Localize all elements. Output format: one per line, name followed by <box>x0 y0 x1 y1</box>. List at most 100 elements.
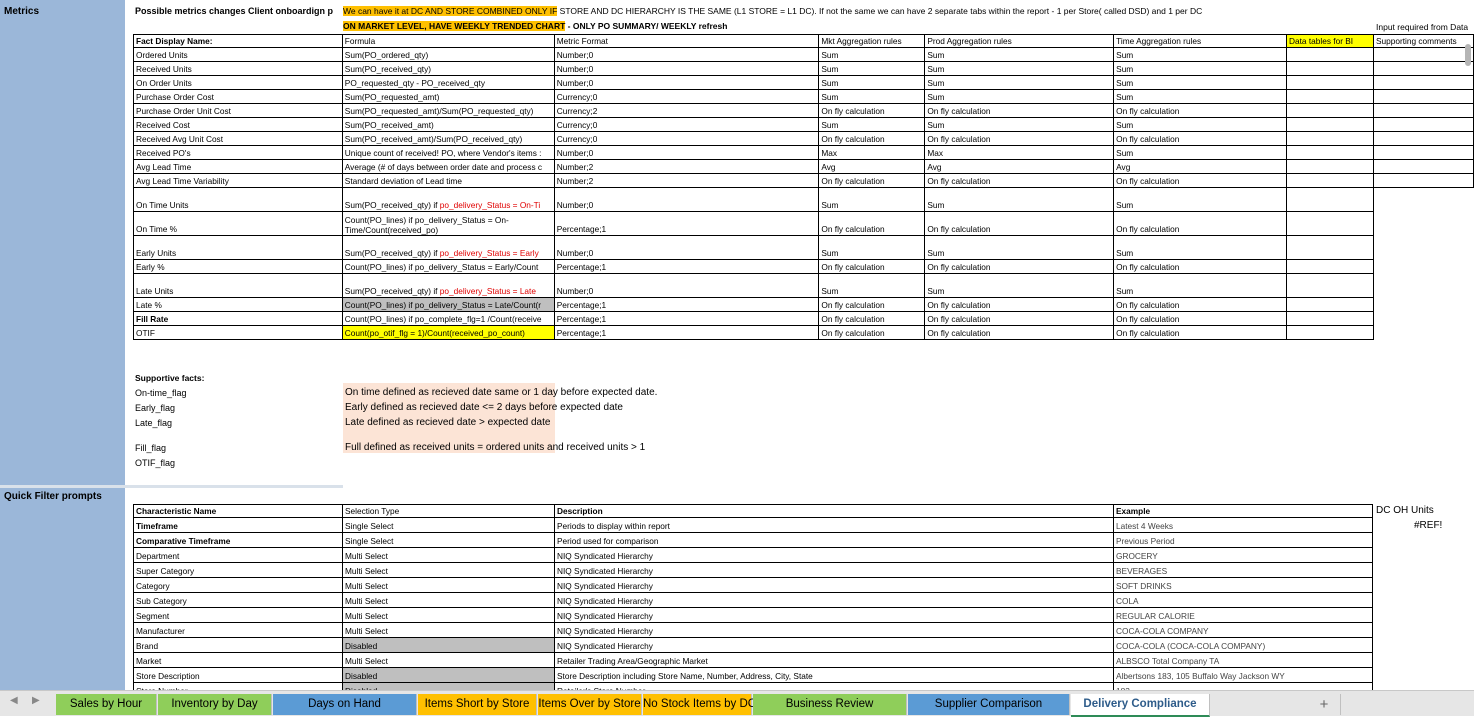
scroll-right-icon[interactable]: ▶ <box>32 695 40 706</box>
mkt-aggregation-cell[interactable]: On fly calculation <box>818 173 926 188</box>
col-description-header[interactable]: Description <box>554 504 1114 518</box>
selection-type-cell[interactable]: Multi Select <box>342 592 555 608</box>
filter-example-cell[interactable]: BEVERAGES <box>1113 562 1373 578</box>
supporting-comments-cell[interactable] <box>1372 47 1474 62</box>
mkt-aggregation-cell[interactable]: Sum <box>818 117 926 132</box>
col-metric-format-header[interactable]: Metric Format <box>553 34 820 48</box>
time-aggregation-cell[interactable]: Sum <box>1113 235 1287 260</box>
sheet-tab[interactable]: Sales by Hour <box>56 694 157 715</box>
vertical-scrollbar-thumb[interactable] <box>1465 44 1471 66</box>
mkt-aggregation-cell[interactable]: On fly calculation <box>818 259 926 274</box>
data-tables-cell[interactable] <box>1286 131 1374 146</box>
metric-name-cell[interactable]: Purchase Order Unit Cost <box>133 103 343 118</box>
data-tables-cell[interactable] <box>1286 259 1374 274</box>
mkt-aggregation-cell[interactable]: On fly calculation <box>818 211 926 236</box>
mkt-aggregation-cell[interactable]: Max <box>818 145 926 160</box>
data-tables-cell[interactable] <box>1286 89 1374 104</box>
metric-format-cell[interactable]: Percentage;1 <box>553 311 820 326</box>
mkt-aggregation-cell[interactable]: Sum <box>818 75 926 90</box>
supporting-comments-cell[interactable] <box>1373 298 1473 312</box>
col-mkt-agg-header[interactable]: Mkt Aggregation rules <box>818 34 926 48</box>
supporting-comments-cell[interactable] <box>1372 173 1474 188</box>
metric-formula-cell[interactable]: Sum(PO_received_qty) <box>341 61 555 76</box>
prod-aggregation-cell[interactable]: Sum <box>924 273 1115 298</box>
filter-description-cell[interactable]: NIQ Syndicated Hierarchy <box>554 562 1114 578</box>
col-data-tables-header[interactable]: Data tables for BI <box>1286 34 1374 48</box>
prod-aggregation-cell[interactable]: On fly calculation <box>924 211 1115 236</box>
mkt-aggregation-cell[interactable]: Sum <box>818 187 926 212</box>
mkt-aggregation-cell[interactable]: On fly calculation <box>818 131 926 146</box>
metric-name-cell[interactable]: Early Units <box>133 235 343 260</box>
data-tables-cell[interactable] <box>1286 75 1374 90</box>
selection-type-cell[interactable]: Multi Select <box>342 547 555 563</box>
supporting-comments-cell[interactable] <box>1372 145 1474 160</box>
time-aggregation-cell[interactable]: Sum <box>1113 117 1287 132</box>
prod-aggregation-cell[interactable]: Sum <box>924 235 1115 260</box>
time-aggregation-cell[interactable]: On fly calculation <box>1113 325 1287 340</box>
selection-type-cell[interactable]: Multi Select <box>342 562 555 578</box>
filter-name-cell[interactable]: Super Category <box>133 562 343 578</box>
filter-example-cell[interactable]: Latest 4 Weeks <box>1113 517 1373 533</box>
metric-name-cell[interactable]: Received Avg Unit Cost <box>133 131 343 146</box>
filter-name-cell[interactable]: Manufacturer <box>133 622 343 638</box>
filter-name-cell[interactable]: Category <box>133 577 343 593</box>
selection-type-cell[interactable]: Single Select <box>342 532 555 548</box>
filter-description-cell[interactable]: NIQ Syndicated Hierarchy <box>554 547 1114 563</box>
filter-description-cell[interactable]: NIQ Syndicated Hierarchy <box>554 622 1114 638</box>
prod-aggregation-cell[interactable]: On fly calculation <box>924 131 1115 146</box>
metric-format-cell[interactable]: Currency;0 <box>553 89 820 104</box>
metric-format-cell[interactable]: Number;2 <box>553 159 820 174</box>
selection-type-cell[interactable]: Multi Select <box>342 577 555 593</box>
supporting-comments-cell[interactable] <box>1372 89 1474 104</box>
sheet-tab[interactable]: Delivery Compliance <box>1071 694 1210 717</box>
metric-formula-cell[interactable]: Sum(PO_received_qty) if po_delivery_Stat… <box>341 235 555 260</box>
metric-name-cell[interactable]: OTIF <box>133 325 343 340</box>
data-tables-cell[interactable] <box>1286 145 1374 160</box>
col-characteristic-name-header[interactable]: Characteristic Name <box>133 504 343 518</box>
filter-description-cell[interactable]: Store Description including Store Name, … <box>554 667 1114 683</box>
prod-aggregation-cell[interactable]: On fly calculation <box>924 297 1115 312</box>
selection-type-cell[interactable]: Multi Select <box>342 652 555 668</box>
prod-aggregation-cell[interactable]: Sum <box>924 75 1115 90</box>
supporting-comments-cell[interactable] <box>1373 260 1473 274</box>
filter-example-cell[interactable]: Previous Period <box>1113 532 1373 548</box>
filter-example-cell[interactable]: COLA <box>1113 592 1373 608</box>
metric-formula-cell[interactable]: Standard deviation of Lead time <box>341 173 555 188</box>
metric-format-cell[interactable]: Number;0 <box>553 235 820 260</box>
mkt-aggregation-cell[interactable]: Sum <box>818 47 926 62</box>
prod-aggregation-cell[interactable]: Sum <box>924 61 1115 76</box>
prod-aggregation-cell[interactable]: On fly calculation <box>924 173 1115 188</box>
metric-name-cell[interactable]: Received Units <box>133 61 343 76</box>
filter-description-cell[interactable]: Periods to display within report <box>554 517 1114 533</box>
col-fact-name-header[interactable]: Fact Display Name: <box>133 34 343 48</box>
data-tables-cell[interactable] <box>1286 47 1374 62</box>
supporting-comments-cell[interactable] <box>1373 236 1473 260</box>
data-tables-cell[interactable] <box>1286 61 1374 76</box>
mkt-aggregation-cell[interactable]: Sum <box>818 235 926 260</box>
filter-name-cell[interactable]: Sub Category <box>133 592 343 608</box>
add-sheet-button[interactable]: + <box>1308 694 1341 715</box>
time-aggregation-cell[interactable]: On fly calculation <box>1113 259 1287 274</box>
filter-description-cell[interactable]: NIQ Syndicated Hierarchy <box>554 637 1114 653</box>
time-aggregation-cell[interactable]: Sum <box>1113 273 1287 298</box>
metric-name-cell[interactable]: Received Cost <box>133 117 343 132</box>
prod-aggregation-cell[interactable]: Max <box>924 145 1115 160</box>
filter-name-cell[interactable]: Segment <box>133 607 343 623</box>
metric-format-cell[interactable]: Number;2 <box>553 173 820 188</box>
metric-format-cell[interactable]: Percentage;1 <box>553 297 820 312</box>
metric-formula-cell[interactable]: Sum(PO_received_qty) if po_delivery_Stat… <box>341 187 555 212</box>
filter-name-cell[interactable]: Store Description <box>133 667 343 683</box>
mkt-aggregation-cell[interactable]: On fly calculation <box>818 325 926 340</box>
supporting-comments-cell[interactable] <box>1373 312 1473 326</box>
prod-aggregation-cell[interactable]: Sum <box>924 89 1115 104</box>
metric-formula-cell[interactable]: Count(PO_lines) if po_delivery_Status = … <box>341 211 555 236</box>
mkt-aggregation-cell[interactable]: On fly calculation <box>818 297 926 312</box>
mkt-aggregation-cell[interactable]: Sum <box>818 89 926 104</box>
metric-name-cell[interactable]: On Time Units <box>133 187 343 212</box>
metric-format-cell[interactable]: Percentage;1 <box>553 259 820 274</box>
time-aggregation-cell[interactable]: On fly calculation <box>1113 103 1287 118</box>
metric-format-cell[interactable]: Number;0 <box>553 75 820 90</box>
time-aggregation-cell[interactable]: Sum <box>1113 61 1287 76</box>
metric-formula-cell[interactable]: Sum(PO_received_amt)/Sum(PO_received_qty… <box>341 131 555 146</box>
filter-name-cell[interactable]: Market <box>133 652 343 668</box>
